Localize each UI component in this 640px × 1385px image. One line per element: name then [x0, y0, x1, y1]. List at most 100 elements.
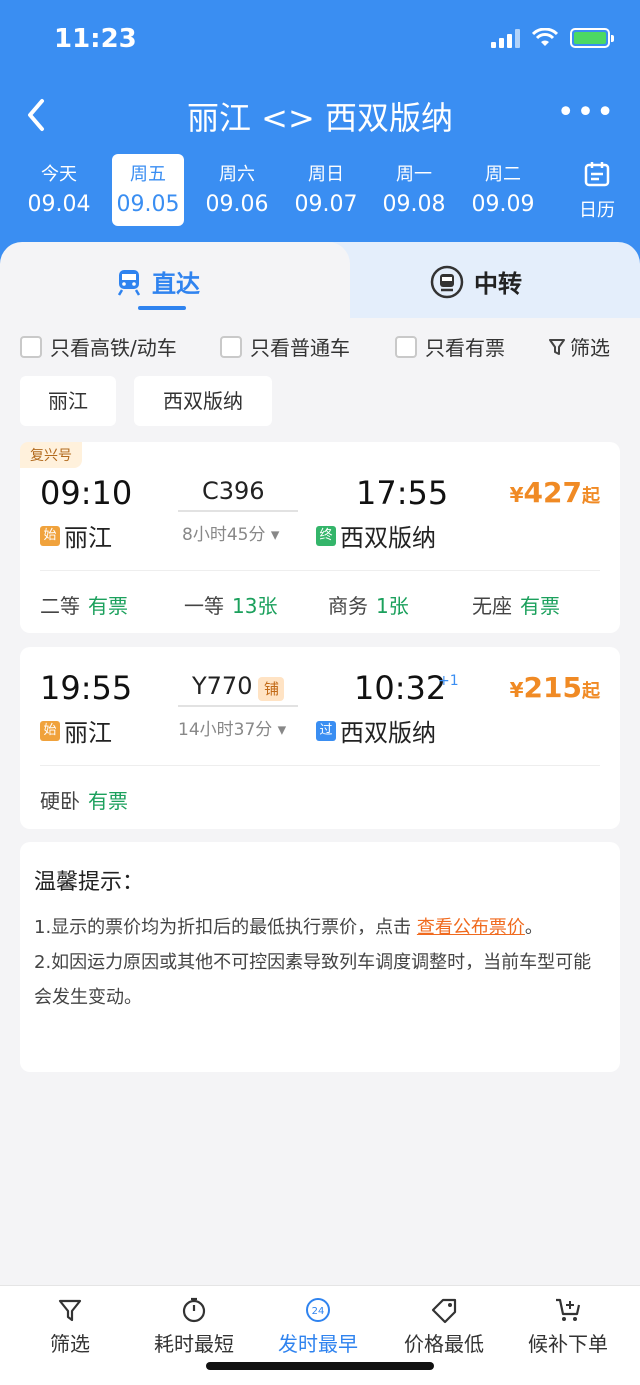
to-station-name: 西双版纳	[340, 524, 436, 552]
date-item[interactable]: 周日 09.07	[290, 154, 362, 226]
tips-title: 温馨提示：	[34, 870, 145, 895]
filter-label: 只看有票	[425, 336, 505, 360]
status-time: 11:23	[54, 24, 137, 54]
status-bar: 11:23	[0, 0, 640, 80]
tab-transfer-label: 中转	[474, 270, 522, 298]
date-item[interactable]: 周六 09.06	[201, 154, 273, 226]
date-value: 09.05	[116, 192, 180, 217]
clock-24-icon: 24	[306, 1298, 330, 1322]
sort-shortest-duration-button[interactable]: 耗时最短	[134, 1296, 254, 1357]
checkbox[interactable]	[220, 335, 242, 358]
departure-time: 19:55	[40, 669, 133, 707]
route-tabs: 中转 直达	[0, 242, 640, 318]
calendar-button[interactable]: 日历	[576, 160, 618, 222]
transfer-train-icon	[430, 265, 464, 298]
filter-bar: 只看高铁/动车 只看普通车 只看有票 筛选	[0, 326, 640, 366]
price-currency: ¥	[509, 483, 524, 507]
tab-transfer[interactable]: 中转	[318, 242, 640, 318]
waitlist-order-button[interactable]: 候补下单	[508, 1296, 628, 1357]
calendar-label: 日历	[579, 200, 615, 221]
filter-button[interactable]: 筛选	[548, 332, 610, 361]
filter-high-speed[interactable]: 只看高铁/动车	[20, 332, 177, 361]
from-station: 始 丽江	[40, 713, 112, 748]
seat-info: 商务 1张	[328, 594, 409, 618]
date-item[interactable]: 周一 09.08	[378, 154, 450, 226]
divider	[40, 765, 600, 766]
page-title: 丽江 <> 西双版纳	[187, 99, 453, 137]
date-selector: 今天 09.04 周五 09.05 周六 09.06 周日 09.07 周一 0…	[0, 150, 640, 230]
price-value: 215	[523, 671, 582, 704]
funnel-icon	[549, 338, 565, 355]
pass-through-tag: 过	[316, 720, 336, 741]
origin-tag: 始	[40, 525, 60, 546]
timer-icon	[182, 1297, 206, 1323]
tab-direct[interactable]: 直达	[0, 242, 350, 318]
sort-earliest-departure-button[interactable]: 24 发时最早	[258, 1296, 378, 1357]
date-value: 09.07	[294, 192, 358, 217]
next-day-marker: +1	[438, 673, 459, 689]
status-icons	[491, 28, 614, 48]
seat-info: 一等 13张	[184, 594, 278, 618]
date-weekday: 周二	[485, 164, 521, 185]
berth-tag: 铺	[258, 677, 285, 701]
date-value: 09.06	[205, 192, 269, 217]
train-card[interactable]: 复兴号 09:10 C396 8小时45分 ▾ 17:55 ¥427起 始 丽江…	[20, 442, 620, 633]
price-value: 427	[523, 476, 582, 509]
sort-lowest-price-button[interactable]: 价格最低	[384, 1296, 504, 1357]
nav-bar: 丽江 <> 西双版纳 •••	[0, 85, 640, 145]
date-weekday: 周一	[396, 164, 432, 185]
tab-indicator	[138, 306, 186, 310]
bottom-filter-button[interactable]: 筛选	[10, 1296, 130, 1357]
date-value: 09.08	[382, 192, 446, 217]
duration-line	[178, 705, 298, 707]
duration-line	[178, 510, 298, 512]
filter-label: 只看普通车	[250, 336, 350, 360]
divider	[40, 570, 600, 571]
station-chip-from[interactable]: 丽江	[20, 376, 116, 426]
departure-time: 09:10	[40, 474, 133, 512]
bottom-label: 候补下单	[528, 1332, 608, 1356]
seat-info: 二等 有票	[40, 594, 128, 618]
bottom-label: 发时最早	[278, 1332, 358, 1356]
price-suffix: 起	[582, 486, 600, 507]
date-value: 09.09	[471, 192, 535, 217]
cart-plus-icon	[556, 1298, 581, 1321]
filter-label: 只看高铁/动车	[50, 336, 177, 360]
train-card[interactable]: 19:55 Y770 铺 14小时37分 ▾ 10:32 +1 ¥215起 始 丽…	[20, 647, 620, 829]
filter-available[interactable]: 只看有票	[395, 332, 505, 361]
bottom-label: 价格最低	[404, 1332, 484, 1356]
price-currency: ¥	[509, 678, 524, 702]
price-suffix: 起	[582, 681, 600, 702]
tips-line-2: 2.如因运力原因或其他不可控因素导致列车调度调整时，当前车型可能会发生变动。	[34, 952, 592, 1008]
station-chip-to[interactable]: 西双版纳	[134, 376, 272, 426]
from-station-name: 丽江	[64, 719, 112, 747]
train-number: C396	[202, 477, 265, 505]
bottom-label: 筛选	[50, 1332, 90, 1356]
funnel-icon	[58, 1299, 82, 1322]
tips-line-1: 1.显示的票价均为折扣后的最低执行票价，点击 查看公布票价。	[34, 917, 543, 938]
date-weekday: 周六	[219, 164, 255, 185]
date-item[interactable]: 今天 09.04	[23, 154, 95, 226]
date-weekday: 周日	[308, 164, 344, 185]
seat-info: 硬卧 有票	[40, 789, 128, 813]
from-station-name: 丽江	[64, 524, 112, 552]
terminal-tag: 终	[316, 525, 336, 546]
to-station: 过 西双版纳	[316, 713, 436, 748]
bottom-label: 耗时最短	[154, 1332, 234, 1356]
seat-info: 无座 有票	[472, 594, 560, 618]
view-published-fare-link[interactable]: 查看公布票价	[417, 917, 525, 938]
date-item-selected[interactable]: 周五 09.05	[112, 154, 184, 226]
filter-label: 筛选	[570, 336, 610, 360]
date-weekday: 周五	[130, 164, 166, 185]
to-station: 终 西双版纳	[316, 518, 436, 553]
duration: 8小时45分 ▾	[182, 525, 280, 545]
filter-normal-train[interactable]: 只看普通车	[220, 332, 350, 361]
checkbox[interactable]	[395, 335, 417, 358]
date-item[interactable]: 周二 09.09	[467, 154, 539, 226]
checkbox[interactable]	[20, 335, 42, 358]
more-icon[interactable]: •••	[557, 95, 616, 130]
to-station-name: 西双版纳	[340, 719, 436, 747]
train-type-badge: 复兴号	[20, 442, 82, 468]
train-icon	[117, 269, 141, 296]
arrival-time: 10:32	[354, 669, 447, 707]
